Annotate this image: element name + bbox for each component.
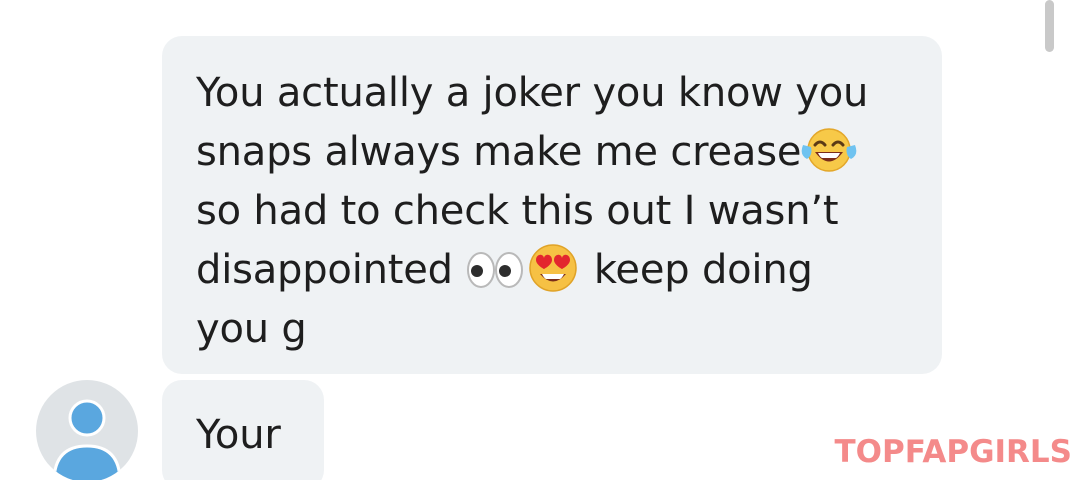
- watermark: TOPFAPGIRLS: [834, 434, 1072, 470]
- message-bubble[interactable]: Your: [162, 380, 324, 480]
- chat-screen: You actually a joker you know you snaps …: [0, 0, 1080, 480]
- heart-eyes-emoji-icon: [525, 243, 581, 310]
- message-line: You actually a joker you know you: [196, 64, 922, 123]
- eyes-emoji-icon: [465, 247, 525, 310]
- message-text: You actually a joker you know you: [196, 70, 869, 116]
- message-line: so had to check this out I wasn’t: [196, 182, 922, 241]
- message-bubble[interactable]: You actually a joker you know you snaps …: [162, 36, 942, 374]
- avatar[interactable]: [36, 380, 138, 480]
- user-silhouette-icon: [52, 399, 122, 480]
- message-text: snaps always make me crease: [196, 129, 802, 175]
- message-line: disappointed keep doing: [196, 241, 922, 300]
- message-line: Your: [196, 406, 304, 465]
- message-text: Your: [196, 412, 281, 458]
- message-text: so had to check this out I wasn’t: [196, 188, 839, 234]
- message-text: keep doing: [581, 247, 813, 293]
- scrollbar[interactable]: [1045, 0, 1054, 52]
- message-line: snaps always make me crease: [196, 123, 922, 182]
- message-text: you g: [196, 306, 307, 352]
- message-text: disappointed: [196, 247, 466, 293]
